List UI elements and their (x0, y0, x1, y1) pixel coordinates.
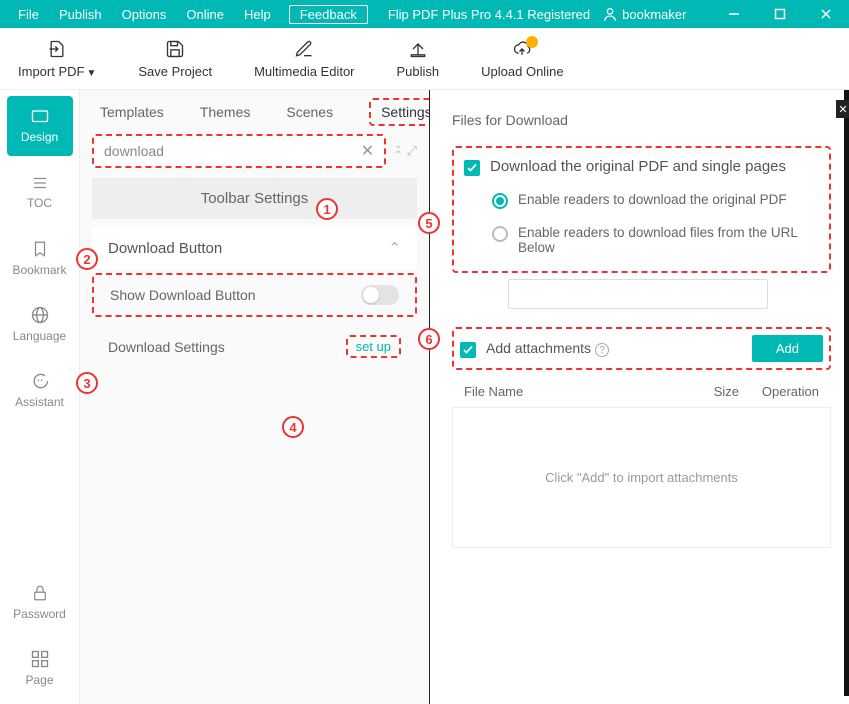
attachments-header: File Name Size Operation (452, 376, 831, 408)
notification-dot (526, 36, 538, 48)
user-icon (602, 6, 618, 22)
attachments-empty: Click "Add" to import attachments (452, 408, 831, 548)
menu-publish[interactable]: Publish (49, 7, 112, 22)
username: bookmaker (622, 7, 686, 22)
upload-online-button[interactable]: Upload Online (481, 38, 563, 79)
app-title: Flip PDF Plus Pro 4.4.1 Registered (388, 7, 590, 22)
label-download-settings: Download Settings (108, 339, 225, 355)
center-panel: Templates Themes Scenes Settings ✕ ⌄⌃ ⤢ … (80, 90, 429, 704)
expand-collapse-icon[interactable]: ⌄⌃ (394, 141, 402, 161)
check-download-original[interactable]: Download the original PDF and single pag… (464, 158, 819, 176)
tab-themes[interactable]: Themes (200, 104, 251, 120)
url-input[interactable] (508, 279, 768, 309)
setup-link[interactable]: set up (346, 335, 401, 358)
row-add-attachments: Add attachments? Add (452, 327, 831, 370)
panel-close-icon[interactable]: ✕ (836, 100, 849, 118)
menu-help[interactable]: Help (234, 7, 281, 22)
titlebar: File Publish Options Online Help Feedbac… (0, 0, 849, 28)
checkbox-icon (464, 160, 480, 176)
save-project-button[interactable]: Save Project (138, 38, 212, 79)
edit-icon (294, 38, 314, 60)
checkbox-icon (460, 342, 476, 358)
check-add-attachments[interactable]: Add attachments? (460, 340, 609, 358)
save-icon (165, 38, 185, 60)
design-tabs: Templates Themes Scenes Settings (80, 90, 429, 134)
right-panel-title: Files for Download (452, 112, 831, 128)
tab-templates[interactable]: Templates (100, 104, 164, 120)
menu-file[interactable]: File (8, 7, 49, 22)
publish-icon (408, 38, 428, 60)
right-edge-strip (844, 90, 849, 696)
rail-page[interactable]: Page (7, 638, 73, 698)
radio-download-original[interactable]: Enable readers to download the original … (492, 192, 819, 209)
feedback-button[interactable]: Feedback (289, 5, 368, 24)
accordion-download-button[interactable]: Download Button ⌃ (92, 227, 417, 269)
search-box: ✕ (92, 134, 386, 168)
section-toolbar-settings: Toolbar Settings (92, 178, 417, 219)
radio-on-icon (492, 193, 508, 209)
annotation-4: 4 (282, 416, 304, 438)
radio-download-url[interactable]: Enable readers to download files from th… (492, 225, 819, 255)
rail-language[interactable]: Language (7, 294, 73, 354)
rail-assistant[interactable]: Assistant (7, 360, 73, 420)
main-area: Design TOC Bookmark Language Assistant (0, 90, 849, 704)
toggle-show-download[interactable] (361, 285, 399, 305)
clear-search-icon[interactable]: ✕ (361, 141, 374, 161)
cloud-upload-icon (510, 38, 534, 60)
import-pdf-button[interactable]: Import PDF▼ (18, 38, 96, 79)
rail-password[interactable]: Password (7, 572, 73, 632)
add-button[interactable]: Add (752, 335, 823, 362)
rail-toc[interactable]: TOC (7, 162, 73, 222)
rail-bookmark[interactable]: Bookmark (7, 228, 73, 288)
col-size: Size (689, 384, 739, 399)
multimedia-editor-button[interactable]: Multimedia Editor (254, 38, 354, 79)
menu-options[interactable]: Options (112, 7, 177, 22)
row-show-download-button: Show Download Button (92, 273, 417, 317)
window-maximize[interactable] (757, 0, 803, 28)
publish-button[interactable]: Publish (397, 38, 440, 79)
user-badge[interactable]: bookmaker (602, 6, 686, 22)
left-rail: Design TOC Bookmark Language Assistant (0, 90, 80, 704)
chevron-up-icon: ⌃ (388, 239, 401, 257)
search-input[interactable] (104, 143, 361, 159)
row-download-settings: Download Settings set up (92, 325, 417, 368)
annotation-3: 3 (76, 372, 98, 394)
rail-design[interactable]: Design (7, 96, 73, 156)
label-show-download: Show Download Button (110, 287, 256, 303)
window-minimize[interactable] (711, 0, 757, 28)
menu-online[interactable]: Online (176, 7, 234, 22)
right-panel: Files for Download Download the original… (429, 90, 849, 704)
window-close[interactable] (803, 0, 849, 28)
expand-all-icon[interactable]: ⤢ (407, 143, 417, 159)
import-icon (46, 38, 68, 60)
help-icon[interactable]: ? (595, 343, 609, 357)
col-operation: Operation (739, 384, 819, 399)
tab-scenes[interactable]: Scenes (286, 104, 333, 120)
main-toolbar: Import PDF▼ Save Project Multimedia Edit… (0, 28, 849, 90)
col-filename: File Name (464, 384, 689, 399)
radio-off-icon (492, 226, 508, 242)
